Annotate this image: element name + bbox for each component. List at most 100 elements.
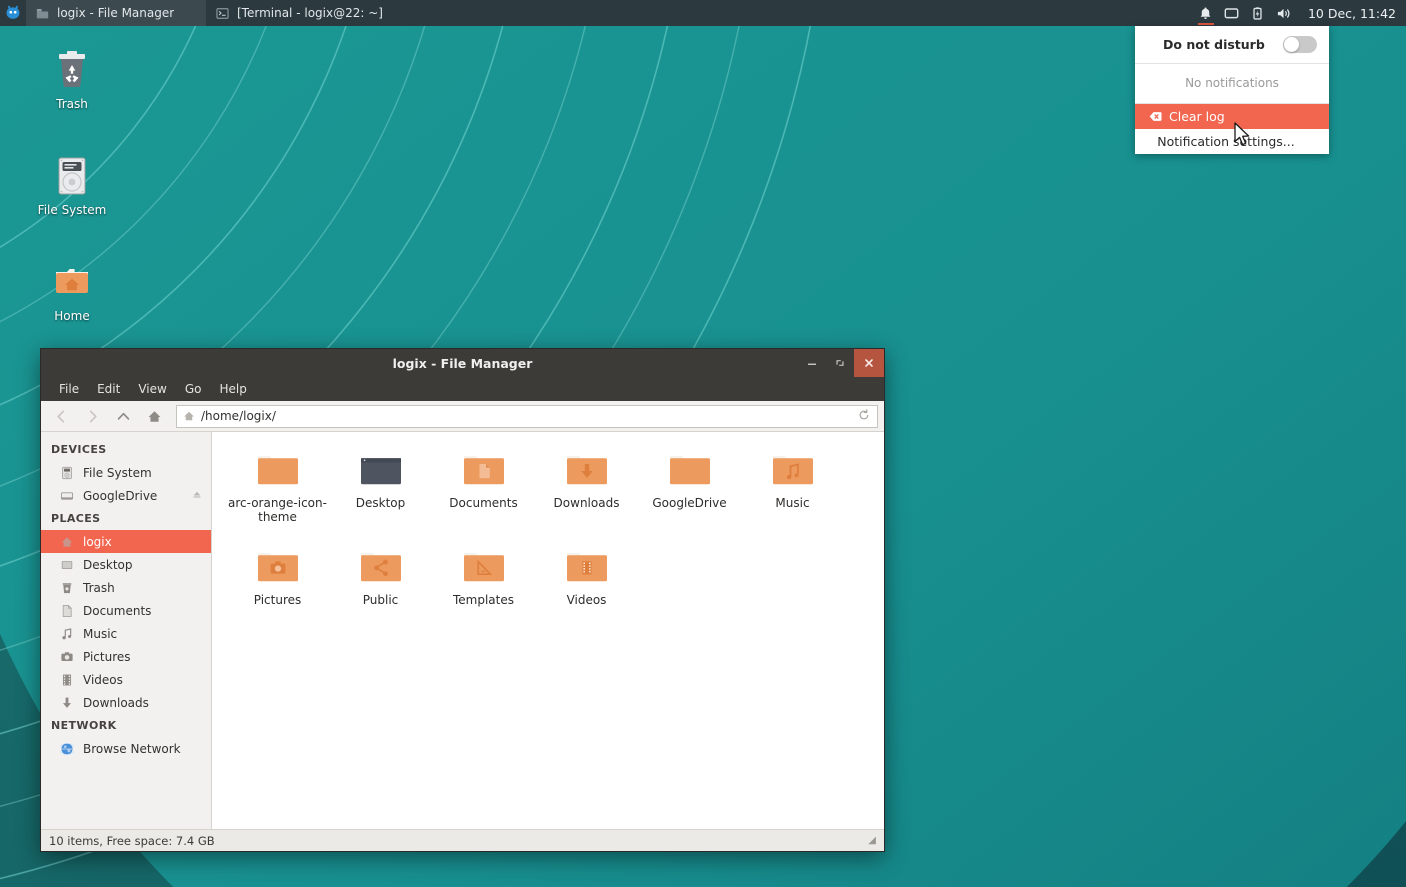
file-item[interactable]: GoogleDrive (638, 446, 741, 543)
taskbar-window-terminal[interactable]: [Terminal - logix@22: ~] (206, 0, 393, 26)
taskbar-spacer (393, 0, 1194, 26)
volume-tray-icon[interactable] (1272, 0, 1296, 26)
file-item[interactable]: Music (741, 446, 844, 543)
file-item[interactable]: arc-orange-icon-theme (226, 446, 329, 543)
resize-grip[interactable]: ◢ (868, 835, 876, 846)
status-bar: 10 items, Free space: 7.4 GB ◢ (41, 829, 884, 851)
no-notifications-label: No notifications (1135, 64, 1329, 104)
menu-view[interactable]: View (130, 380, 174, 398)
taskbar-window-file-manager[interactable]: logix - File Manager (26, 0, 206, 26)
minimize-button[interactable] (798, 349, 826, 377)
notification-settings-menu-item[interactable]: Notification settings... (1135, 129, 1329, 154)
file-item[interactable]: Pictures (226, 543, 329, 640)
trash-icon (59, 580, 75, 596)
sidebar-item-documents[interactable]: Documents (41, 599, 211, 622)
reload-button[interactable] (857, 408, 871, 425)
home-icon (148, 410, 161, 422)
terminal-icon (216, 7, 229, 19)
sidebar-item-label: Downloads (83, 695, 149, 710)
file-name: arc-orange-icon-theme (228, 496, 327, 525)
menu-help[interactable]: Help (211, 380, 254, 398)
folder-documents (463, 456, 504, 485)
clear-log-icon (1149, 112, 1162, 121)
file-item[interactable]: Desktop (329, 446, 432, 543)
folder-downloads (566, 456, 607, 485)
eject-icon[interactable] (191, 488, 203, 503)
menu-edit[interactable]: Edit (89, 380, 128, 398)
applications-menu-button[interactable] (0, 0, 26, 26)
file-item[interactable]: Public (329, 543, 432, 640)
window-titlebar[interactable]: logix - File Manager (41, 349, 884, 377)
notification-popup: Do not disturb No notifications Clear lo… (1135, 26, 1329, 154)
folder-pictures (257, 553, 298, 582)
forward-button[interactable] (78, 404, 107, 429)
folder-music (772, 456, 813, 485)
music-icon (59, 626, 75, 642)
desktop-icon-trash[interactable]: Trash (26, 48, 118, 112)
menu-go[interactable]: Go (177, 380, 210, 398)
sidebar-item-music[interactable]: Music (41, 622, 211, 645)
file-name: Pictures (253, 593, 302, 607)
back-button[interactable] (47, 404, 76, 429)
maximize-button[interactable] (826, 349, 854, 377)
file-item[interactable]: Videos (535, 543, 638, 640)
up-button[interactable] (109, 404, 138, 429)
do-not-disturb-row[interactable]: Do not disturb (1135, 26, 1329, 64)
sidebar-item-label: File System (83, 465, 152, 480)
desktop-icon-label: Home (54, 309, 90, 323)
desktop-icon-label: Trash (56, 97, 88, 111)
clock[interactable]: 10 Dec, 11:42 (1302, 0, 1406, 26)
sidebar-item-videos[interactable]: Videos (41, 668, 211, 691)
sidebar-heading-places: PLACES (51, 512, 101, 525)
file-list-view[interactable]: arc-orange-icon-theme Desktop Documents … (212, 432, 884, 829)
file-name: Documents (449, 496, 518, 510)
volume-icon (1277, 8, 1290, 18)
sidebar-item-browse-network[interactable]: Browse Network (41, 737, 211, 760)
notification-settings-label: Notification settings... (1157, 134, 1295, 149)
clear-log-menu-item[interactable]: Clear log (1135, 104, 1329, 129)
toggle-knob (1284, 37, 1299, 52)
close-icon (865, 359, 873, 367)
file-item[interactable]: Downloads (535, 446, 638, 543)
battery-icon (1253, 6, 1263, 20)
sidebar-item-googledrive[interactable]: GoogleDrive (41, 484, 211, 507)
minimize-icon (808, 363, 816, 365)
menu-bar: File Edit View Go Help (41, 377, 884, 401)
sidebar-item-label: Trash (83, 580, 115, 595)
do-not-disturb-toggle[interactable] (1283, 36, 1317, 53)
sidebar-item-trash[interactable]: Trash (41, 576, 211, 599)
file-item[interactable]: Templates (432, 543, 535, 640)
desktop-icon-file-system[interactable]: File System (26, 154, 118, 218)
drive-icon (59, 488, 75, 504)
sidebar-item-desktop[interactable]: Desktop (41, 553, 211, 576)
sidebar-item-label: Desktop (83, 557, 133, 572)
sidebar-item-downloads[interactable]: Downloads (41, 691, 211, 714)
display-tray-icon[interactable] (1220, 0, 1244, 26)
forward-arrow-icon (89, 410, 97, 422)
sidebar: DEVICES File System GoogleDrive PLACES l… (41, 432, 212, 829)
document-icon (59, 603, 75, 619)
folder-plain (257, 456, 298, 485)
path-input[interactable]: /home/logix/ (176, 404, 878, 428)
display-icon (1225, 7, 1239, 18)
sidebar-item-label: Pictures (83, 649, 131, 664)
battery-tray-icon[interactable] (1246, 0, 1270, 26)
reload-icon (859, 408, 869, 419)
desktop-icon-home[interactable]: Home (26, 260, 118, 324)
sidebar-item-file-system[interactable]: File System (41, 461, 211, 484)
home-button[interactable] (140, 404, 169, 429)
notification-tray-icon[interactable] (1194, 0, 1218, 26)
menu-file[interactable]: File (51, 380, 87, 398)
file-item[interactable]: Documents (432, 446, 535, 543)
taskbar-window-label: [Terminal - logix@22: ~] (237, 6, 383, 20)
clear-log-label: Clear log (1169, 109, 1225, 124)
bell-icon (1201, 7, 1211, 19)
close-button[interactable] (854, 349, 884, 377)
desktop-icon-label: File System (37, 203, 107, 217)
sidebar-item-pictures[interactable]: Pictures (41, 645, 211, 668)
file-manager-window: logix - File Manager File Edit View Go H… (40, 348, 885, 852)
globe-icon (59, 741, 75, 757)
folder-icon (36, 8, 49, 18)
sidebar-item-logix[interactable]: logix (41, 530, 211, 553)
taskbar-window-label: logix - File Manager (57, 6, 175, 20)
